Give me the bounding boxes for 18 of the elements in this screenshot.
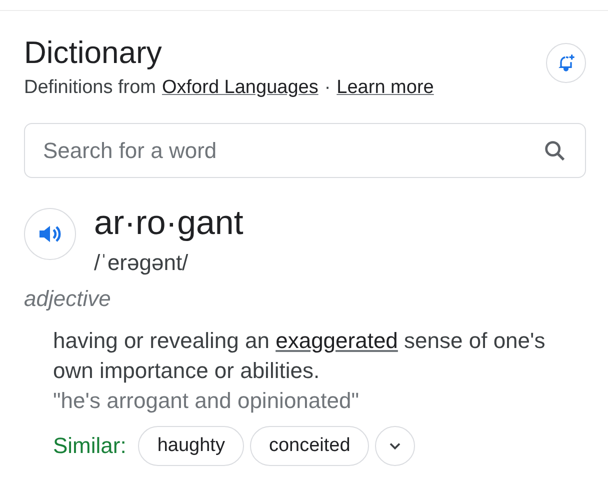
synonym-chip[interactable]: conceited — [250, 426, 370, 466]
phonetic-text: /ˈerəɡənt/ — [94, 250, 190, 276]
pronounce-button[interactable] — [24, 208, 76, 260]
add-alert-button[interactable] — [546, 43, 586, 83]
search-field[interactable]: Search for a word — [24, 123, 586, 178]
headword: ar·ro·gant — [94, 204, 244, 242]
example-sentence: "he's arrogant and opinionated" — [53, 387, 360, 415]
definition-link[interactable]: exaggerated — [276, 328, 398, 353]
learn-more-link[interactable]: Learn more — [336, 77, 434, 99]
bell-plus-icon — [556, 53, 576, 73]
separator-dot: · — [324, 77, 331, 99]
definition-text: having or revealing an exaggerated sense of one's own importance or abilities. — [53, 327, 546, 385]
source-link[interactable]: Oxford Languages — [162, 77, 318, 99]
similar-label: Similar: — [53, 433, 126, 459]
dictionary-title: Dictionary — [24, 34, 163, 72]
source-text: Definitions from — [24, 77, 156, 99]
synonym-chip[interactable]: haughty — [138, 426, 244, 466]
part-of-speech: adjective — [24, 286, 112, 312]
